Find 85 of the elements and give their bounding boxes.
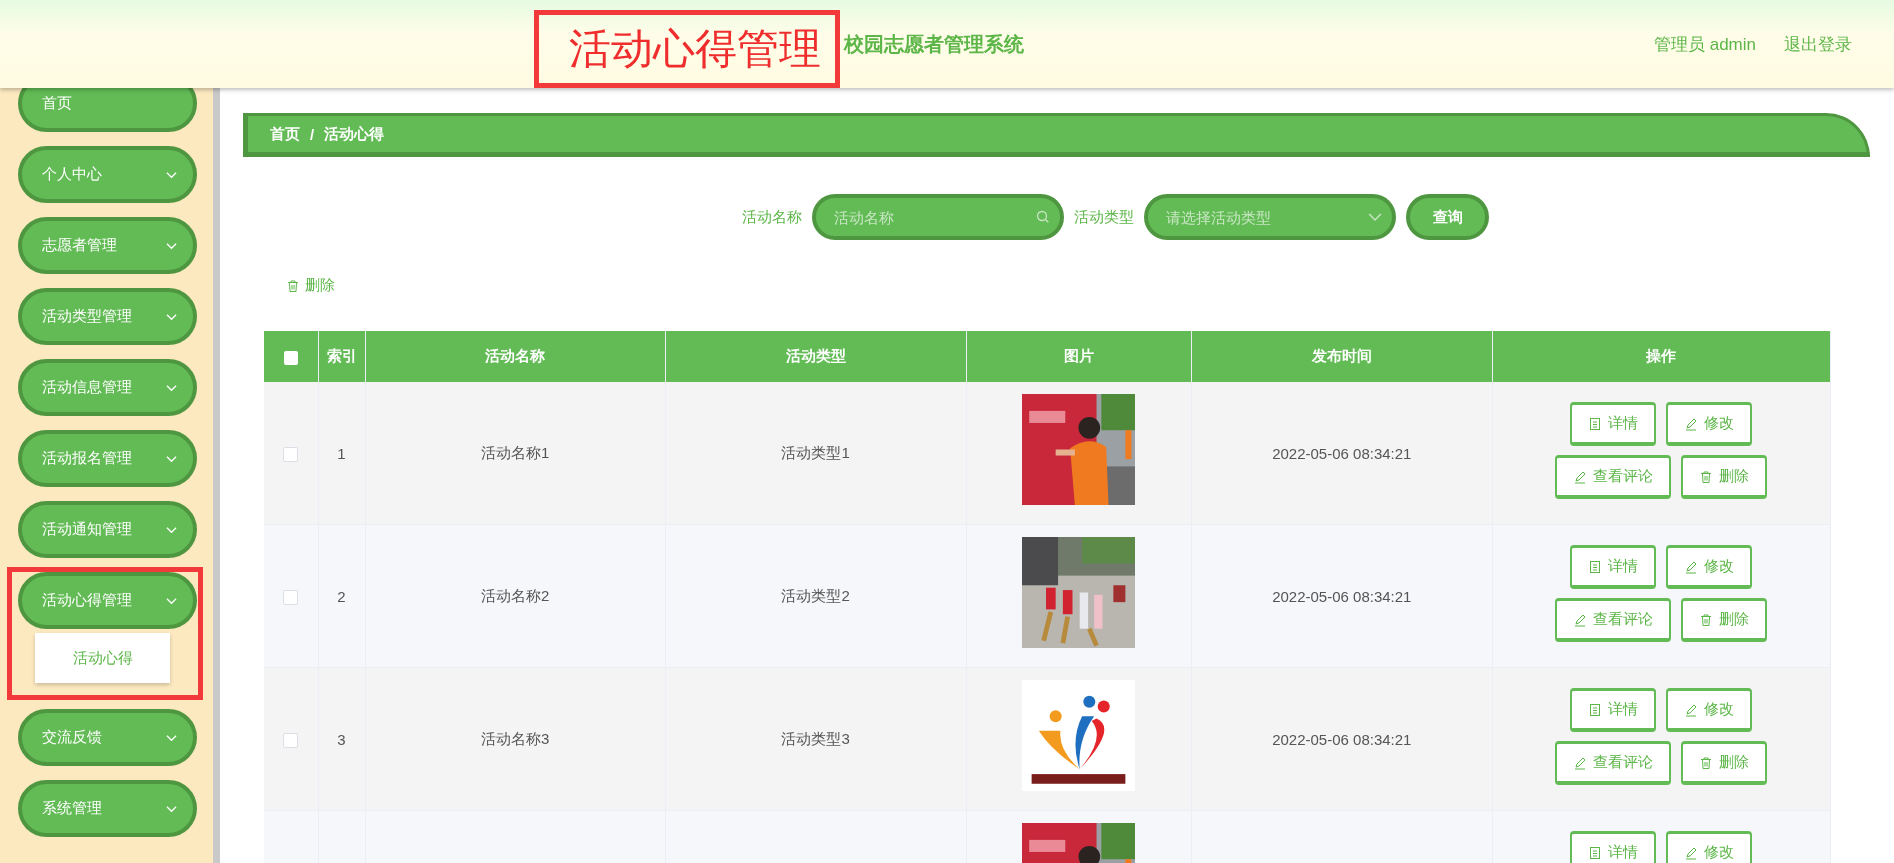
edit-button[interactable]: 修改 bbox=[1666, 545, 1753, 589]
field-label: 活动名称 bbox=[742, 207, 802, 227]
edit-button[interactable]: 修改 bbox=[1666, 688, 1753, 732]
table-cell: 活动名称1 bbox=[480, 443, 550, 461]
row-checkbox[interactable] bbox=[283, 589, 299, 605]
delete-button[interactable]: 删除 bbox=[1681, 598, 1768, 642]
document-icon bbox=[1588, 559, 1603, 574]
select-all-checkbox[interactable] bbox=[283, 351, 298, 365]
trash-icon bbox=[286, 278, 300, 293]
table-cell: 活动名称2 bbox=[480, 586, 550, 604]
document-icon bbox=[1588, 416, 1603, 431]
edit-button[interactable]: 修改 bbox=[1666, 831, 1753, 863]
pencil-icon bbox=[1573, 755, 1588, 770]
header-cell: 活动名称 bbox=[365, 331, 666, 382]
sidebar-item[interactable]: 交流反馈 bbox=[18, 709, 197, 766]
table-cell: 活动名称3 bbox=[480, 729, 550, 747]
header-cell: 发布时间 bbox=[1191, 331, 1493, 382]
chevron-icon bbox=[166, 525, 177, 534]
sidebar-item[interactable]: 系统管理 bbox=[18, 780, 197, 837]
sidebar-item[interactable]: 活动信息管理 bbox=[18, 359, 197, 416]
comments-button[interactable]: 查看评论 bbox=[1555, 598, 1672, 642]
sidebar-item[interactable]: 活动通知管理 bbox=[18, 501, 197, 558]
breadcrumb-link[interactable]: 首页 bbox=[270, 124, 300, 144]
pencil-icon bbox=[1573, 612, 1588, 627]
document-icon bbox=[1588, 845, 1603, 860]
logout-link[interactable]: 退出登录 bbox=[1784, 32, 1852, 56]
table-cell: 2022-05-06 08:34:21 bbox=[1272, 587, 1412, 605]
breadcrumb-link[interactable]: 活动心得 bbox=[324, 124, 385, 144]
chevron-icon bbox=[166, 596, 177, 605]
chevron-icon bbox=[166, 733, 177, 742]
delete-button[interactable]: 删除 bbox=[1681, 741, 1768, 785]
detail-button[interactable]: 详情 bbox=[1570, 545, 1657, 589]
type-select[interactable]: 请选择活动类型 bbox=[1144, 194, 1396, 240]
search-icon bbox=[1036, 210, 1050, 224]
chevron-icon bbox=[166, 804, 177, 813]
detail-button[interactable]: 详情 bbox=[1570, 688, 1657, 732]
row-checkbox[interactable] bbox=[283, 446, 299, 462]
pencil-icon bbox=[1684, 845, 1699, 860]
user-label[interactable]: 管理员 admin bbox=[1653, 32, 1756, 56]
edit-button[interactable]: 修改 bbox=[1666, 402, 1753, 446]
comments-button[interactable]: 查看评论 bbox=[1555, 741, 1672, 785]
delete-button[interactable]: 删除 bbox=[1681, 455, 1768, 499]
sidebar-item[interactable]: 活动类型管理 bbox=[18, 288, 197, 345]
chevron-icon bbox=[166, 312, 177, 321]
table-cell: 活动类型1 bbox=[781, 443, 850, 461]
chevron-icon bbox=[166, 170, 177, 179]
pencil-icon bbox=[1573, 469, 1588, 484]
chevron-icon bbox=[166, 454, 177, 463]
chevron-icon bbox=[166, 383, 177, 392]
breadcrumb-separator: / bbox=[310, 125, 315, 143]
page-title: 活动心得管理 bbox=[534, 10, 840, 88]
field-label: 活动类型 bbox=[1074, 207, 1134, 227]
pencil-icon bbox=[1684, 702, 1699, 717]
table-cell: 1 bbox=[337, 444, 346, 462]
table-cell: 2022-05-06 08:34:21 bbox=[1272, 730, 1412, 748]
search-button[interactable]: 查询 bbox=[1406, 194, 1489, 240]
row-checkbox[interactable] bbox=[283, 732, 299, 748]
header-cell: 操作 bbox=[1492, 331, 1831, 382]
pencil-icon bbox=[1684, 416, 1699, 431]
header-cell: 活动类型 bbox=[665, 331, 967, 382]
name-field[interactable]: 活动名称 bbox=[812, 194, 1064, 240]
trash-icon bbox=[1699, 755, 1714, 770]
trash-icon bbox=[1699, 612, 1714, 627]
table-cell: 活动类型3 bbox=[781, 729, 850, 747]
comments-button[interactable]: 查看评论 bbox=[1555, 455, 1672, 499]
pencil-icon bbox=[1684, 559, 1699, 574]
header-cell: 索引 bbox=[318, 331, 365, 382]
sidebar-item[interactable]: 个人中心 bbox=[18, 146, 197, 203]
table-cell: 活动类型2 bbox=[781, 586, 850, 604]
delete-button[interactable]: 删除 bbox=[286, 276, 335, 295]
detail-button[interactable]: 详情 bbox=[1570, 831, 1657, 863]
document-icon bbox=[1588, 702, 1603, 717]
sidebar-item[interactable]: 活动心得管理 bbox=[18, 572, 197, 629]
header-cell: 图片 bbox=[966, 331, 1192, 382]
submenu-item[interactable]: 活动心得 bbox=[35, 633, 170, 683]
chevron-icon bbox=[166, 241, 177, 250]
sidebar-item[interactable]: 首页 bbox=[18, 88, 197, 132]
sidebar-item[interactable]: 志愿者管理 bbox=[18, 217, 197, 274]
trash-icon bbox=[1699, 469, 1714, 484]
sidebar-item[interactable]: 活动报名管理 bbox=[18, 430, 197, 487]
detail-button[interactable]: 详情 bbox=[1570, 402, 1657, 446]
system-name: 校园志愿者管理系统 bbox=[844, 31, 1024, 57]
table-cell: 2022-05-06 08:34:21 bbox=[1272, 444, 1412, 462]
table-cell: 2 bbox=[337, 587, 346, 605]
table-cell: 3 bbox=[337, 730, 346, 748]
